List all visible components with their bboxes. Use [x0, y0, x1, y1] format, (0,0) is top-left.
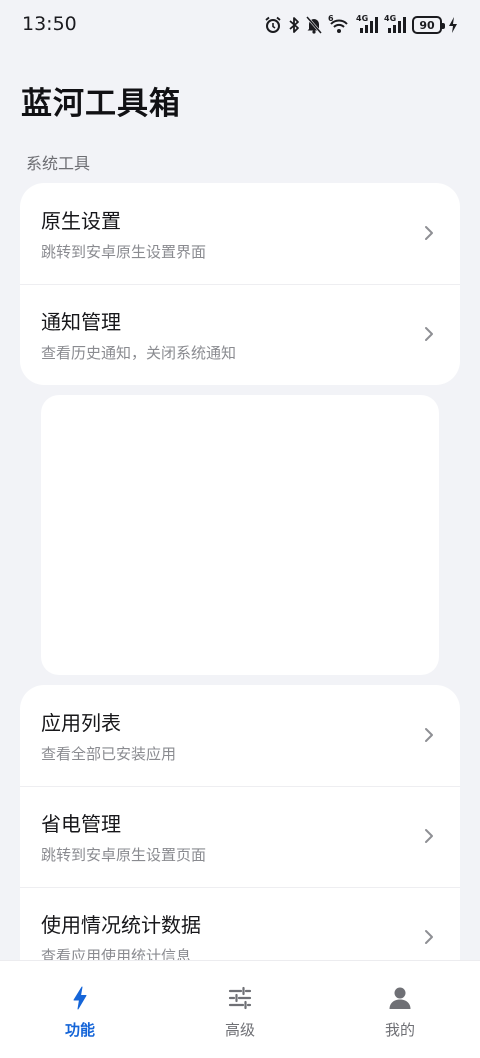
app-tools-card: 应用列表 查看全部已安装应用 省电管理 跳转到安卓原生设置页面 使用情况统计数据…: [20, 685, 460, 985]
list-item-title: 省电管理: [41, 812, 121, 836]
blank-content-card: [41, 395, 439, 675]
system-tools-card: 原生设置 跳转到安卓原生设置界面 通知管理 查看历史通知，关闭系统通知: [20, 183, 460, 385]
chevron-right-icon: [424, 225, 434, 241]
list-item-subtitle: 查看全部已安装应用: [41, 745, 177, 763]
bolt-icon: [67, 985, 93, 1011]
list-item-title: 通知管理: [41, 310, 121, 334]
mute-icon: [306, 16, 322, 34]
nav-tab-label: 我的: [384, 1021, 415, 1039]
bluetooth-icon: [288, 16, 300, 34]
alarm-icon: [264, 16, 282, 34]
battery-indicator: 90: [412, 16, 445, 34]
list-item-title: 应用列表: [41, 711, 121, 735]
list-item-title: 使用情况统计数据: [41, 913, 201, 937]
chevron-right-icon: [424, 828, 434, 844]
status-bar: 13:50 6 4G 4G 90: [0, 0, 480, 50]
list-item-native-settings[interactable]: 原生设置 跳转到安卓原生设置界面: [20, 183, 460, 284]
nav-tab-features[interactable]: 功能: [20, 961, 140, 1058]
person-icon: [387, 985, 413, 1011]
bottom-navigation: 功能 高级 我的: [0, 960, 480, 1058]
status-icons: 6 4G 4G 90: [264, 14, 458, 36]
screen: 13:50 6 4G 4G 90 蓝河工具箱 系统工具 原生设置 跳转到安卓原生…: [0, 0, 480, 1058]
chevron-right-icon: [424, 929, 434, 945]
status-time: 13:50: [22, 13, 77, 35]
list-item-power-saving[interactable]: 省电管理 跳转到安卓原生设置页面: [20, 786, 460, 887]
nav-tab-label: 高级: [224, 1021, 255, 1039]
list-item-title: 原生设置: [41, 209, 121, 233]
nav-tab-mine[interactable]: 我的: [340, 961, 460, 1058]
list-item-app-list[interactable]: 应用列表 查看全部已安装应用: [20, 685, 460, 786]
signal-4g-icon: 4G: [356, 14, 378, 34]
section-header-system-tools: 系统工具: [26, 154, 91, 173]
list-item-notification-management[interactable]: 通知管理 查看历史通知，关闭系统通知: [20, 284, 460, 385]
chevron-right-icon: [424, 727, 434, 743]
list-item-subtitle: 查看历史通知，关闭系统通知: [41, 344, 237, 362]
nav-tab-advanced[interactable]: 高级: [180, 961, 300, 1058]
list-item-subtitle: 跳转到安卓原生设置界面: [41, 243, 207, 261]
chevron-right-icon: [424, 326, 434, 342]
charging-icon: [448, 16, 458, 34]
page-title: 蓝河工具箱: [21, 86, 181, 122]
wifi-icon: 6: [328, 14, 350, 34]
list-item-subtitle: 跳转到安卓原生设置页面: [41, 846, 207, 864]
signal-4g-icon: 4G: [384, 14, 406, 34]
sliders-icon: [227, 985, 253, 1011]
nav-tab-label: 功能: [64, 1021, 95, 1039]
